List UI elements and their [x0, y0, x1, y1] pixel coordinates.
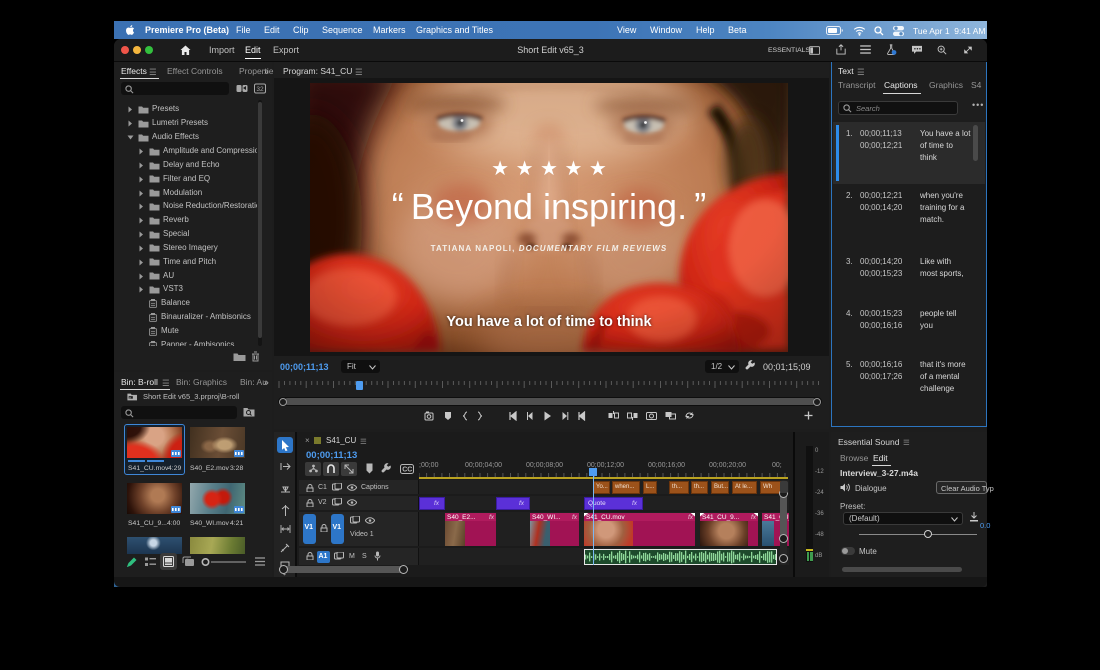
svg-text:32: 32	[256, 86, 264, 93]
svg-text:♫: ♫	[186, 556, 189, 560]
svg-text:CC: CC	[402, 467, 412, 474]
